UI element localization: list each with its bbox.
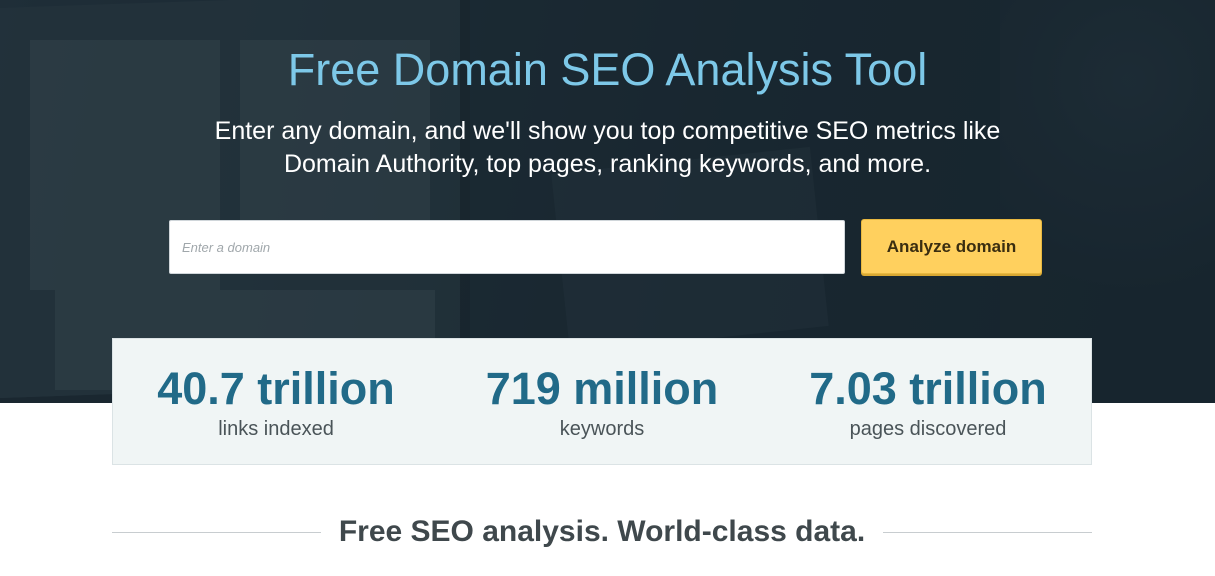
stat-value: 719 million xyxy=(485,363,719,414)
stat-value: 40.7 trillion xyxy=(157,363,395,414)
stat-pages-discovered: 7.03 trillion pages discovered xyxy=(768,339,1088,441)
analyze-domain-button[interactable]: Analyze domain xyxy=(861,219,1042,274)
divider-line-right xyxy=(883,531,1092,533)
stat-links-indexed: 40.7 trillion links indexed xyxy=(116,339,436,441)
stat-label: links indexed xyxy=(218,418,334,440)
divider-line-left xyxy=(112,531,321,533)
stat-value: 7.03 trillion xyxy=(809,363,1047,414)
section-heading-row: Free SEO analysis. World-class data. xyxy=(112,512,1092,552)
stat-keywords: 719 million keywords xyxy=(442,339,762,441)
stat-label: keywords xyxy=(559,418,645,440)
page-title: Free Domain SEO Analysis Tool xyxy=(287,44,928,95)
stats-panel: 40.7 trillion links indexed 719 million … xyxy=(112,338,1092,465)
section-heading: Free SEO analysis. World-class data. xyxy=(338,515,866,548)
domain-search-input[interactable] xyxy=(169,220,845,274)
hero-subtitle: Enter any domain, and we'll show you top… xyxy=(214,117,1001,178)
stat-label: pages discovered xyxy=(849,418,1007,440)
